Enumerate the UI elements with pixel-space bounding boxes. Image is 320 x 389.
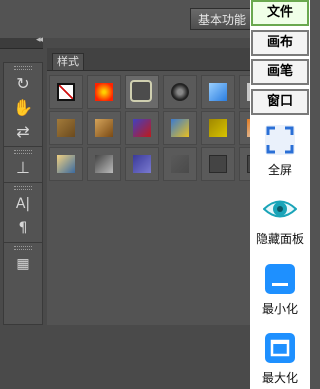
hand-tool[interactable]: ✋ xyxy=(4,96,42,120)
grip-icon[interactable] xyxy=(14,186,32,190)
style-swatch[interactable] xyxy=(49,111,83,145)
style-swatch[interactable] xyxy=(87,111,121,145)
eye-icon xyxy=(262,192,298,226)
style-swatch[interactable] xyxy=(87,75,121,109)
style-preview xyxy=(171,155,189,173)
style-swatch[interactable] xyxy=(125,75,159,109)
fullscreen-label: 全屏 xyxy=(267,163,292,177)
toolbar: ↻ ✋ ⇄ ⊥ A| ¶ ▦ xyxy=(3,62,43,325)
minimize-label: 最小化 xyxy=(261,302,298,316)
grip-icon[interactable] xyxy=(14,66,32,70)
style-preview xyxy=(133,155,151,173)
style-preview xyxy=(95,83,113,101)
style-preview xyxy=(57,83,75,101)
hide-panels-button[interactable]: 隐藏面板 xyxy=(250,192,310,247)
style-swatch[interactable] xyxy=(87,147,121,181)
divider xyxy=(4,242,42,243)
style-preview xyxy=(209,83,227,101)
workspace-switcher[interactable]: 基本功能 xyxy=(190,8,250,30)
style-swatch[interactable] xyxy=(125,147,159,181)
minimize-button[interactable]: 最小化 xyxy=(250,262,310,317)
collapse-icon[interactable]: ◂◂ xyxy=(36,35,43,45)
menu-brush[interactable]: 画笔 xyxy=(251,59,309,85)
maximize-label: 最大化 xyxy=(261,371,298,385)
divider xyxy=(4,182,42,183)
fullscreen-button[interactable]: 全屏 xyxy=(250,123,310,178)
style-swatch[interactable] xyxy=(201,75,235,109)
style-swatch[interactable] xyxy=(201,147,235,181)
toolbar-header: ◂◂ xyxy=(0,35,43,49)
hide-panels-label: 隐藏面板 xyxy=(255,232,304,246)
maximize-button[interactable]: 最大化 xyxy=(250,331,310,386)
style-preview xyxy=(209,119,227,137)
right-menu: 文件 画布 画笔 窗口 全屏 隐藏面板 最小化 最大化 xyxy=(250,0,310,389)
style-preview xyxy=(95,155,113,173)
style-preview xyxy=(133,119,151,137)
menu-window[interactable]: 窗口 xyxy=(251,89,309,115)
style-swatch[interactable] xyxy=(163,111,197,145)
style-preview xyxy=(57,155,75,173)
fullscreen-icon xyxy=(263,123,297,157)
styles-panel-header: 样式 xyxy=(47,48,250,71)
style-preview xyxy=(171,83,189,101)
tab-styles[interactable]: 样式 xyxy=(52,53,84,70)
character-tool[interactable]: A| xyxy=(4,192,42,216)
top-bar: 基本功能 xyxy=(0,0,250,38)
style-swatch[interactable] xyxy=(49,75,83,109)
adjust-tool[interactable]: ⇄ xyxy=(4,120,42,144)
style-swatch[interactable] xyxy=(49,147,83,181)
style-preview xyxy=(57,119,75,137)
maximize-icon xyxy=(263,331,297,365)
style-preview xyxy=(95,119,113,137)
layer-comp-tool[interactable]: ▦ xyxy=(4,252,42,276)
history-brush-tool[interactable]: ↻ xyxy=(4,72,42,96)
style-swatch[interactable] xyxy=(163,75,197,109)
style-preview xyxy=(171,119,189,137)
style-swatch[interactable] xyxy=(125,111,159,145)
menu-canvas[interactable]: 画布 xyxy=(251,30,309,56)
paragraph-tool[interactable]: ¶ xyxy=(4,216,42,240)
minimize-icon xyxy=(263,262,297,296)
style-preview xyxy=(209,155,227,173)
menu-file[interactable]: 文件 xyxy=(251,0,309,26)
grip-icon[interactable] xyxy=(14,246,32,250)
style-preview xyxy=(130,80,152,102)
style-swatch[interactable] xyxy=(201,111,235,145)
divider xyxy=(4,146,42,147)
stamp-tool[interactable]: ⊥ xyxy=(4,156,42,180)
styles-panel xyxy=(47,71,273,325)
grip-icon[interactable] xyxy=(14,150,32,154)
style-swatch[interactable] xyxy=(163,147,197,181)
